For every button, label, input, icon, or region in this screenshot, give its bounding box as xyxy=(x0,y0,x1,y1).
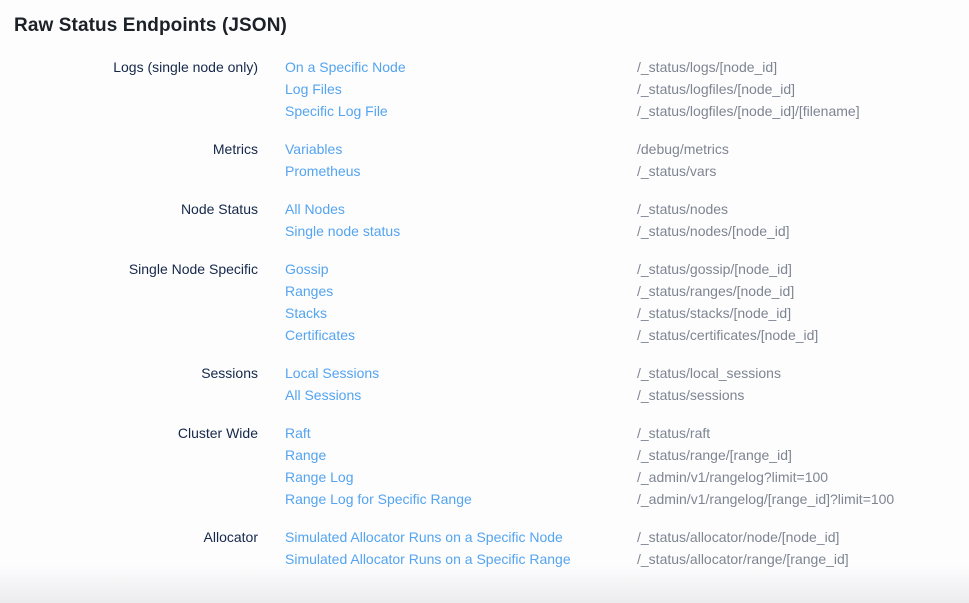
endpoint-link[interactable]: Prometheus xyxy=(285,160,637,182)
page-title: Raw Status Endpoints (JSON) xyxy=(0,0,969,39)
endpoint-row: Range Log for Specific Range /_admin/v1/… xyxy=(285,488,969,510)
endpoint-row: Local Sessions /_status/local_sessions xyxy=(285,362,969,384)
endpoint-row: Specific Log File /_status/logfiles/[nod… xyxy=(285,100,969,122)
endpoint-entries: Simulated Allocator Runs on a Specific N… xyxy=(285,526,969,570)
endpoint-row: On a Specific Node /_status/logs/[node_i… xyxy=(285,56,969,78)
endpoint-link[interactable]: Ranges xyxy=(285,280,637,302)
endpoints-list: Logs (single node only) On a Specific No… xyxy=(0,56,969,570)
debug-endpoints-page: Raw Status Endpoints (JSON) Logs (single… xyxy=(0,0,969,603)
endpoint-path: /_status/nodes xyxy=(637,198,969,220)
endpoint-path: /_status/ranges/[node_id] xyxy=(637,280,969,302)
endpoint-entries: Gossip /_status/gossip/[node_id] Ranges … xyxy=(285,258,969,346)
endpoint-entries: Variables /debug/metrics Prometheus /_st… xyxy=(285,138,969,182)
endpoint-row: Range Log /_admin/v1/rangelog?limit=100 xyxy=(285,466,969,488)
endpoint-link[interactable]: All Nodes xyxy=(285,198,637,220)
endpoint-path: /_status/local_sessions xyxy=(637,362,969,384)
endpoint-row: Single node status /_status/nodes/[node_… xyxy=(285,220,969,242)
endpoint-link[interactable]: Simulated Allocator Runs on a Specific N… xyxy=(285,526,637,548)
endpoint-path: /_status/vars xyxy=(637,160,969,182)
endpoint-entries: On a Specific Node /_status/logs/[node_i… xyxy=(285,56,969,122)
endpoint-path: /_status/logfiles/[node_id] xyxy=(637,78,969,100)
category-label: Metrics xyxy=(0,138,285,182)
endpoint-section: Cluster Wide Raft /_status/raft Range /_… xyxy=(0,422,969,510)
endpoint-link[interactable]: Gossip xyxy=(285,258,637,280)
endpoint-entries: Raft /_status/raft Range /_status/range/… xyxy=(285,422,969,510)
endpoint-path: /_status/gossip/[node_id] xyxy=(637,258,969,280)
endpoint-section: Metrics Variables /debug/metrics Prometh… xyxy=(0,138,969,182)
endpoint-link[interactable]: Specific Log File xyxy=(285,100,637,122)
endpoint-row: Certificates /_status/certificates/[node… xyxy=(285,324,969,346)
endpoint-section: Sessions Local Sessions /_status/local_s… xyxy=(0,362,969,406)
endpoint-row: Prometheus /_status/vars xyxy=(285,160,969,182)
category-label: Sessions xyxy=(0,362,285,406)
endpoint-link[interactable]: Local Sessions xyxy=(285,362,637,384)
endpoint-path: /_status/nodes/[node_id] xyxy=(637,220,969,242)
category-label: Allocator xyxy=(0,526,285,570)
endpoint-link[interactable]: Range Log for Specific Range xyxy=(285,488,637,510)
endpoint-link[interactable]: Range Log xyxy=(285,466,637,488)
endpoint-row: Stacks /_status/stacks/[node_id] xyxy=(285,302,969,324)
endpoint-link[interactable]: Single node status xyxy=(285,220,637,242)
endpoint-section: Node Status All Nodes /_status/nodes Sin… xyxy=(0,198,969,242)
endpoint-section: Allocator Simulated Allocator Runs on a … xyxy=(0,526,969,570)
endpoint-path: /_status/sessions xyxy=(637,384,969,406)
endpoint-row: Raft /_status/raft xyxy=(285,422,969,444)
endpoint-link[interactable]: Log Files xyxy=(285,78,637,100)
endpoint-row: Ranges /_status/ranges/[node_id] xyxy=(285,280,969,302)
endpoint-path: /debug/metrics xyxy=(637,138,969,160)
endpoint-link[interactable]: Range xyxy=(285,444,637,466)
endpoint-entries: Local Sessions /_status/local_sessions A… xyxy=(285,362,969,406)
endpoint-path: /_status/allocator/range/[range_id] xyxy=(637,548,969,570)
endpoint-row: Variables /debug/metrics xyxy=(285,138,969,160)
category-label: Cluster Wide xyxy=(0,422,285,510)
endpoint-path: /_status/certificates/[node_id] xyxy=(637,324,969,346)
endpoint-path: /_status/logfiles/[node_id]/[filename] xyxy=(637,100,969,122)
endpoint-link[interactable]: Raft xyxy=(285,422,637,444)
endpoint-row: Range /_status/range/[range_id] xyxy=(285,444,969,466)
endpoint-row: Log Files /_status/logfiles/[node_id] xyxy=(285,78,969,100)
endpoint-link[interactable]: Variables xyxy=(285,138,637,160)
endpoint-path: /_status/allocator/node/[node_id] xyxy=(637,526,969,548)
endpoint-row: Simulated Allocator Runs on a Specific N… xyxy=(285,526,969,548)
endpoint-row: All Nodes /_status/nodes xyxy=(285,198,969,220)
endpoint-link[interactable]: Certificates xyxy=(285,324,637,346)
endpoint-entries: All Nodes /_status/nodes Single node sta… xyxy=(285,198,969,242)
endpoint-row: Simulated Allocator Runs on a Specific R… xyxy=(285,548,969,570)
endpoint-link[interactable]: All Sessions xyxy=(285,384,637,406)
endpoint-path: /_admin/v1/rangelog?limit=100 xyxy=(637,466,969,488)
category-label: Logs (single node only) xyxy=(0,56,285,122)
endpoint-link[interactable]: Stacks xyxy=(285,302,637,324)
endpoint-path: /_status/raft xyxy=(637,422,969,444)
footer-fade-gradient xyxy=(0,565,969,603)
endpoint-path: /_status/logs/[node_id] xyxy=(637,56,969,78)
endpoint-section: Logs (single node only) On a Specific No… xyxy=(0,56,969,122)
endpoint-path: /_admin/v1/rangelog/[range_id]?limit=100 xyxy=(637,488,969,510)
endpoint-row: All Sessions /_status/sessions xyxy=(285,384,969,406)
endpoint-section: Single Node Specific Gossip /_status/gos… xyxy=(0,258,969,346)
endpoint-path: /_status/stacks/[node_id] xyxy=(637,302,969,324)
endpoint-link[interactable]: On a Specific Node xyxy=(285,56,637,78)
category-label: Node Status xyxy=(0,198,285,242)
category-label: Single Node Specific xyxy=(0,258,285,346)
endpoint-path: /_status/range/[range_id] xyxy=(637,444,969,466)
endpoint-link[interactable]: Simulated Allocator Runs on a Specific R… xyxy=(285,548,637,570)
endpoint-row: Gossip /_status/gossip/[node_id] xyxy=(285,258,969,280)
